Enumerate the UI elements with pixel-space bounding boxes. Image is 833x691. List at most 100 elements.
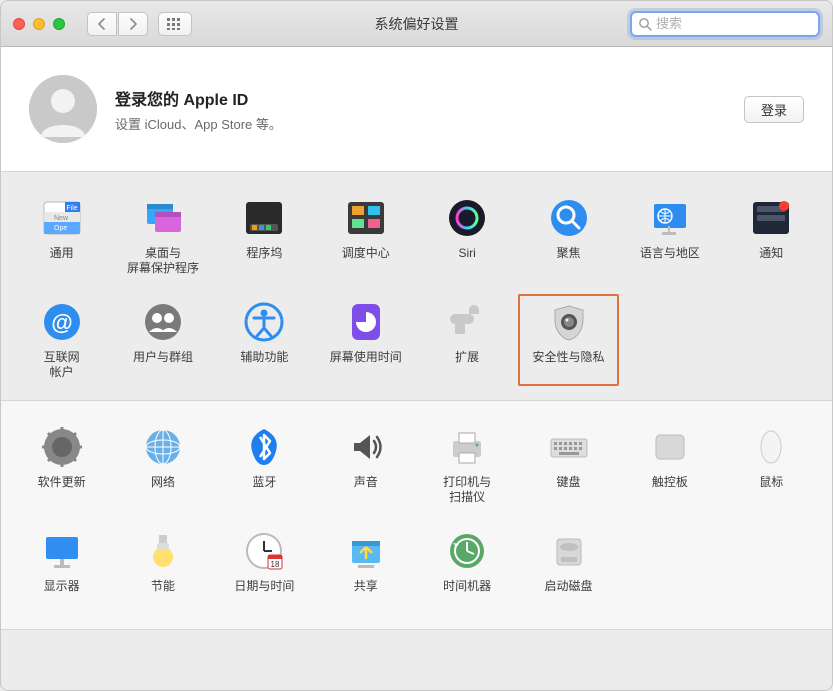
pref-label: 启动磁盘 — [545, 579, 593, 609]
zoom-window-button[interactable] — [53, 18, 65, 30]
apple-id-text: 登录您的 Apple ID 设置 iCloud、App Store 等。 — [115, 86, 282, 133]
pref-sharing[interactable]: 共享 — [315, 523, 416, 615]
pref-update[interactable]: 软件更新 — [11, 419, 112, 511]
pref-label: 打印机与 扫描仪 — [443, 475, 491, 505]
search-input[interactable] — [656, 16, 832, 31]
search-icon — [638, 17, 652, 31]
show-all-button[interactable] — [158, 12, 192, 36]
pref-energy[interactable]: 节能 — [112, 523, 213, 615]
window-controls — [13, 18, 65, 30]
pref-label: 聚焦 — [557, 246, 581, 276]
security-icon — [547, 300, 591, 344]
pref-label: 通知 — [759, 246, 783, 276]
pref-label: 节能 — [151, 579, 175, 609]
pref-label: 显示器 — [44, 579, 80, 609]
prefs-section-2: 软件更新 网络 蓝牙 声音 打印机与 扫描仪 键盘 触控板 鼠标显示器 节能 18 日期与时间共享时… — [1, 401, 832, 630]
pref-label: 网络 — [151, 475, 175, 505]
pref-network[interactable]: 网络 — [112, 419, 213, 511]
pref-timemachine[interactable]: 时间机器 — [417, 523, 518, 615]
pref-accessibility[interactable]: 辅助功能 — [214, 294, 315, 386]
pref-sound[interactable]: 声音 — [315, 419, 416, 511]
svg-text:Ope: Ope — [54, 225, 67, 232]
nav-buttons — [87, 12, 148, 36]
startup-icon — [547, 529, 591, 573]
pref-displays[interactable]: 显示器 — [11, 523, 112, 615]
pref-label: 通用 — [50, 246, 74, 276]
titlebar: 系统偏好设置 — [1, 1, 832, 47]
sound-icon — [344, 425, 388, 469]
extensions-icon — [445, 300, 489, 344]
datetime-icon: 18 — [242, 529, 286, 573]
pref-general[interactable]: FileNewOpe通用 — [11, 190, 112, 282]
pref-users[interactable]: 用户与群组 — [112, 294, 213, 386]
minimize-window-button[interactable] — [33, 18, 45, 30]
pref-label: 用户与群组 — [133, 350, 193, 380]
system-preferences-window: 系统偏好设置 登录您的 Apple ID 设置 iCloud、App Store… — [0, 0, 833, 691]
pref-label: 调度中心 — [342, 246, 390, 276]
mouse-icon — [749, 425, 793, 469]
pref-mission[interactable]: 调度中心 — [315, 190, 416, 282]
keyboard-icon — [547, 425, 591, 469]
pref-label: 互联网 帐户 — [44, 350, 80, 380]
printers-icon — [445, 425, 489, 469]
pref-printers[interactable]: 打印机与 扫描仪 — [417, 419, 518, 511]
energy-icon — [141, 529, 185, 573]
pref-datetime[interactable]: 18 日期与时间 — [214, 523, 315, 615]
svg-text:@: @ — [51, 310, 72, 335]
apple-id-banner: 登录您的 Apple ID 设置 iCloud、App Store 等。 登录 — [1, 47, 832, 172]
network-icon — [141, 425, 185, 469]
svg-text:File: File — [66, 205, 77, 212]
notifications-icon — [749, 196, 793, 240]
desktop-icon — [141, 196, 185, 240]
forward-button[interactable] — [118, 12, 148, 36]
internet-icon: @ — [40, 300, 84, 344]
pref-language[interactable]: 语言与地区 — [619, 190, 720, 282]
pref-bluetooth[interactable]: 蓝牙 — [214, 419, 315, 511]
siri-icon — [445, 196, 489, 240]
back-button[interactable] — [87, 12, 117, 36]
pref-trackpad[interactable]: 触控板 — [619, 419, 720, 511]
pref-label: 安全性与隐私 — [533, 350, 605, 380]
pref-screentime[interactable]: 屏幕使用时间 — [315, 294, 416, 386]
pref-label: 语言与地区 — [640, 246, 700, 276]
pref-label: 蓝牙 — [252, 475, 276, 505]
spotlight-icon — [547, 196, 591, 240]
users-icon — [141, 300, 185, 344]
close-window-button[interactable] — [13, 18, 25, 30]
pref-desktop[interactable]: 桌面与 屏幕保护程序 — [112, 190, 213, 282]
pref-label: 触控板 — [652, 475, 688, 505]
pref-label: 鼠标 — [759, 475, 783, 505]
language-icon — [648, 196, 692, 240]
avatar — [29, 75, 97, 143]
pref-label: 扩展 — [455, 350, 479, 380]
pref-label: 屏幕使用时间 — [330, 350, 402, 380]
pref-dock[interactable]: 程序坞 — [214, 190, 315, 282]
screentime-icon — [344, 300, 388, 344]
pref-siri[interactable]: Siri — [417, 190, 518, 282]
pref-internet[interactable]: @ 互联网 帐户 — [11, 294, 112, 386]
trackpad-icon — [648, 425, 692, 469]
sign-in-button[interactable]: 登录 — [744, 96, 804, 123]
apple-id-subtitle: 设置 iCloud、App Store 等。 — [115, 114, 282, 133]
pref-startup[interactable]: 启动磁盘 — [518, 523, 619, 615]
search-field-wrap[interactable] — [630, 11, 820, 37]
pref-label: 声音 — [354, 475, 378, 505]
pref-notifications[interactable]: 通知 — [721, 190, 822, 282]
pref-keyboard[interactable]: 键盘 — [518, 419, 619, 511]
pref-label: 辅助功能 — [240, 350, 288, 380]
pref-label: 软件更新 — [38, 475, 86, 505]
pref-label: 键盘 — [557, 475, 581, 505]
displays-icon — [40, 529, 84, 573]
dock-icon — [242, 196, 286, 240]
update-icon — [40, 425, 84, 469]
pref-label: 程序坞 — [246, 246, 282, 276]
mission-icon — [344, 196, 388, 240]
pref-extensions[interactable]: 扩展 — [417, 294, 518, 386]
prefs-section-1: FileNewOpe通用桌面与 屏幕保护程序程序坞调度中心Siri聚焦语言与地区… — [1, 172, 832, 401]
pref-label: 时间机器 — [443, 579, 491, 609]
pref-security[interactable]: 安全性与隐私 — [518, 294, 619, 386]
pref-spotlight[interactable]: 聚焦 — [518, 190, 619, 282]
pref-mouse[interactable]: 鼠标 — [721, 419, 822, 511]
sharing-icon — [344, 529, 388, 573]
pref-label: 日期与时间 — [234, 579, 294, 609]
